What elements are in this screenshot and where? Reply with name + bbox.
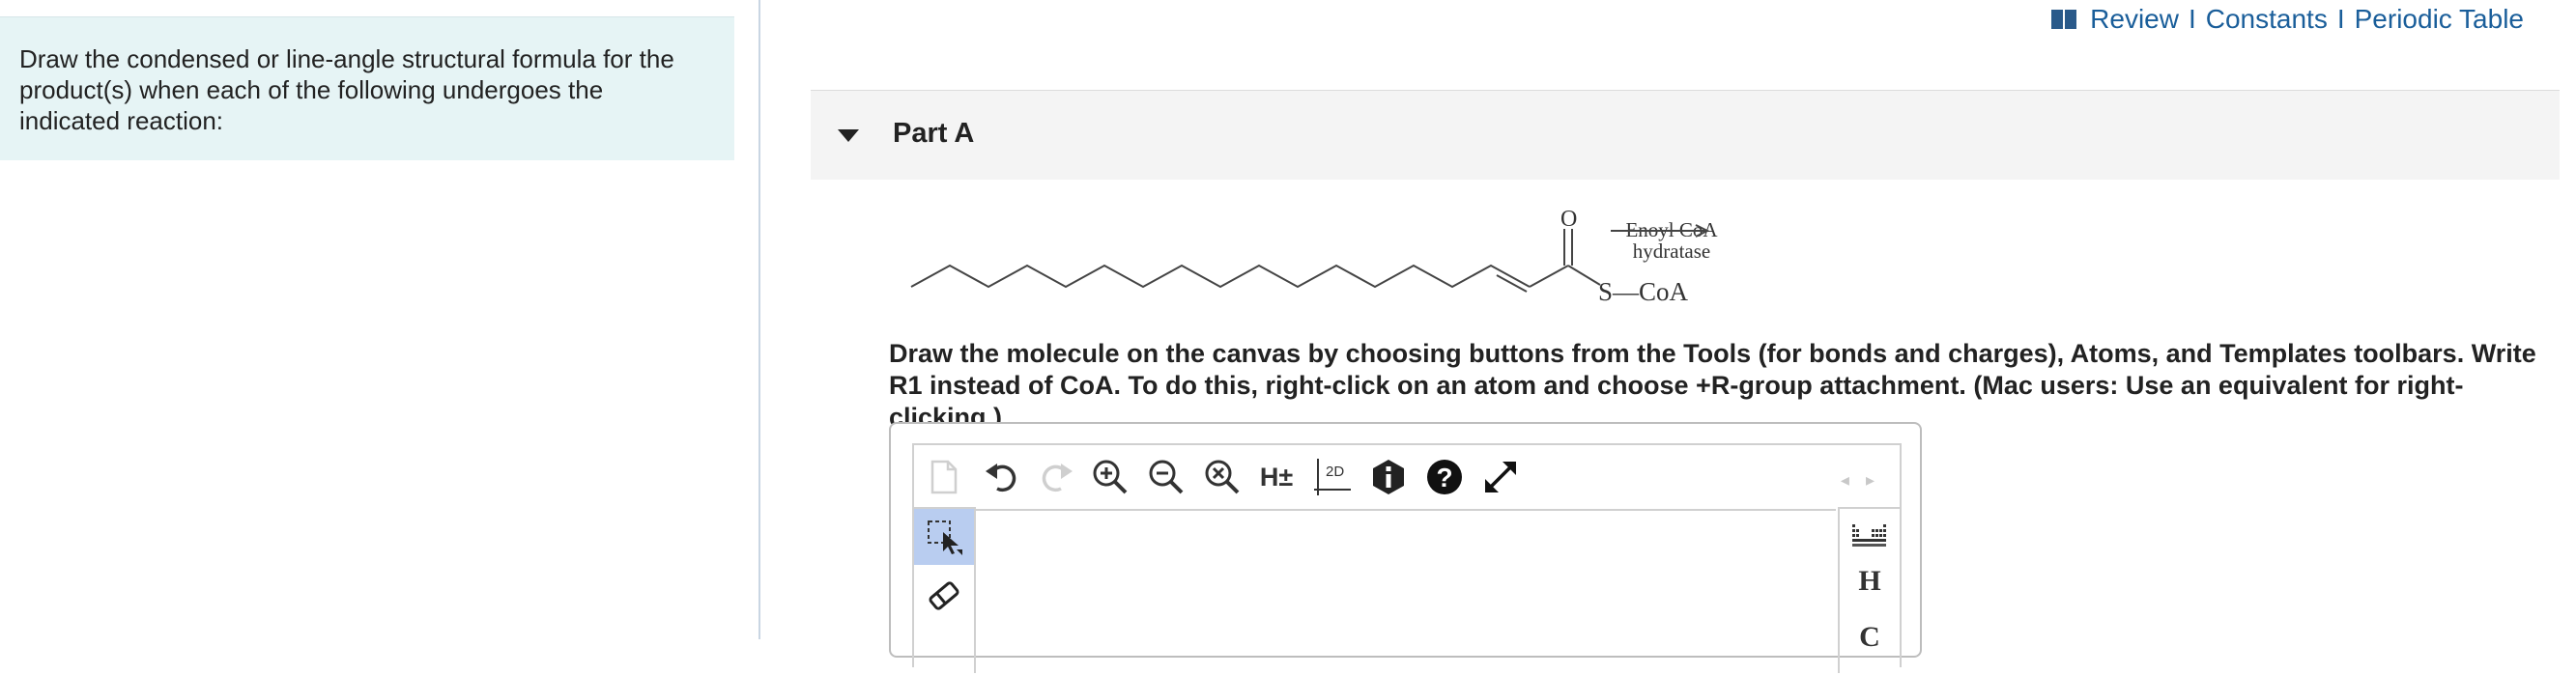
part-title: Part A bbox=[893, 118, 975, 149]
link-separator: I bbox=[2336, 4, 2345, 34]
eraser-icon bbox=[929, 581, 959, 610]
drawing-canvas[interactable] bbox=[976, 509, 1836, 675]
hydrogen-toggle-button[interactable]: H± bbox=[1254, 455, 1299, 499]
resource-links: Review I Constants I Periodic Table bbox=[2051, 2, 2524, 37]
select-tool-button[interactable] bbox=[914, 509, 974, 565]
new-document-icon[interactable] bbox=[922, 455, 966, 499]
redo-icon[interactable] bbox=[1034, 455, 1078, 499]
chain-to-carbonyl bbox=[1529, 265, 1569, 288]
reaction-scheme: O S—CoA Enoyl CoA Enoyl CoA hydratase bbox=[908, 198, 1739, 314]
book-icon bbox=[2051, 10, 2077, 29]
periodic-table-grid-icon[interactable] bbox=[1840, 522, 1900, 548]
hydrogen-atom-button[interactable]: H bbox=[1840, 565, 1900, 598]
left-tools-panel bbox=[914, 507, 976, 673]
eraser-tool-button[interactable] bbox=[914, 569, 974, 623]
clean-2d-label: 2D bbox=[1326, 464, 1344, 480]
reaction-arrow-icon bbox=[1611, 224, 1710, 238]
carbon-chain bbox=[910, 264, 1531, 289]
part-a-header[interactable]: Part A bbox=[811, 91, 2560, 180]
link-separator: I bbox=[2188, 4, 2196, 34]
undo-icon[interactable] bbox=[980, 455, 1024, 499]
top-toolbar: H± 2D ? ◂ ▸ bbox=[914, 445, 1900, 507]
info-hexagon-icon[interactable] bbox=[1366, 455, 1411, 499]
carbonyl-to-sulfur bbox=[1567, 265, 1601, 286]
editor-frame: H± 2D ? ◂ ▸ H C bbox=[912, 443, 1902, 673]
periodic-table-link[interactable]: Periodic Table bbox=[2355, 2, 2524, 37]
constants-link[interactable]: Constants bbox=[2206, 2, 2328, 37]
atoms-panel: H C bbox=[1838, 507, 1900, 673]
carbon-atom-button[interactable]: C bbox=[1840, 621, 1900, 654]
oxygen-label: O bbox=[1560, 207, 1577, 232]
zoom-out-icon[interactable] bbox=[1144, 455, 1188, 499]
toolbar-scroll-arrows-icon[interactable]: ◂ ▸ bbox=[1841, 470, 1880, 491]
molecule-editor: H± 2D ? ◂ ▸ H C bbox=[889, 422, 1922, 673]
selection-arrow-icon bbox=[928, 520, 962, 555]
review-link[interactable]: Review bbox=[2090, 2, 2179, 37]
enzyme-label-line2: hydratase bbox=[1632, 239, 1711, 263]
reaction-arrow-block: Enoyl CoA hydratase bbox=[1609, 219, 1734, 262]
instructions-text: Draw the condensed or line-angle structu… bbox=[19, 44, 674, 135]
left-column: Draw the condensed or line-angle structu… bbox=[0, 0, 760, 639]
fullscreen-expand-icon[interactable] bbox=[1478, 455, 1523, 499]
svg-text:?: ? bbox=[1436, 463, 1452, 492]
help-icon[interactable]: ? bbox=[1422, 455, 1467, 499]
caret-down-icon[interactable] bbox=[838, 129, 859, 142]
drawing-instructions: Draw the molecule on the canvas by choos… bbox=[889, 339, 2536, 432]
zoom-reset-icon[interactable] bbox=[1200, 455, 1245, 499]
instructions-panel: Draw the condensed or line-angle structu… bbox=[0, 16, 734, 160]
zoom-in-icon[interactable] bbox=[1088, 455, 1132, 499]
clean-2d-icon[interactable]: 2D bbox=[1310, 455, 1355, 499]
s-coa-label: S—CoA bbox=[1598, 277, 1689, 306]
